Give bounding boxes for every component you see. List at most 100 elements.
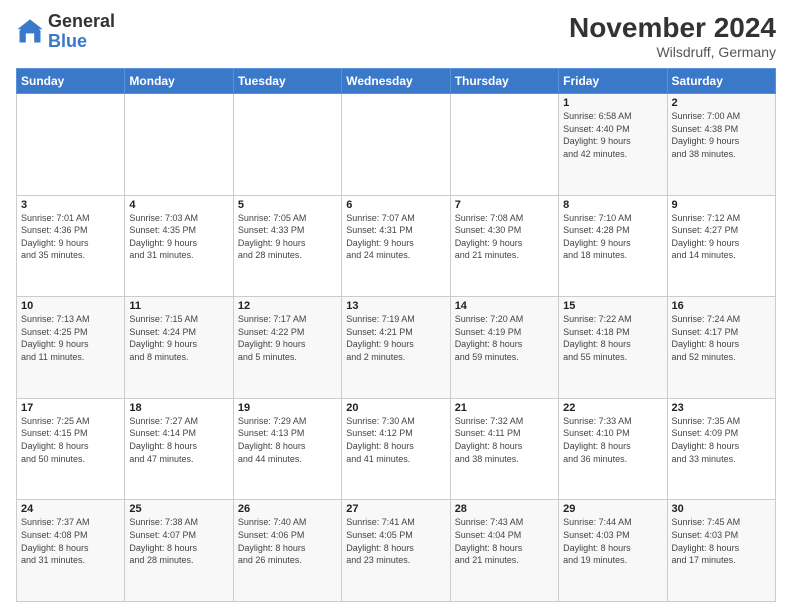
header-monday: Monday (125, 69, 233, 94)
logo: General Blue (16, 12, 115, 52)
day-number: 6 (346, 199, 445, 211)
day-info: Sunrise: 7:01 AM Sunset: 4:36 PM Dayligh… (21, 212, 120, 262)
day-info: Sunrise: 7:32 AM Sunset: 4:11 PM Dayligh… (455, 415, 554, 465)
cell-w1-d1 (125, 94, 233, 196)
day-number: 18 (129, 402, 228, 414)
cell-w2-d3: 6Sunrise: 7:07 AM Sunset: 4:31 PM Daylig… (342, 195, 450, 297)
cell-w3-d4: 14Sunrise: 7:20 AM Sunset: 4:19 PM Dayli… (450, 297, 558, 399)
header: General Blue November 2024 Wilsdruff, Ge… (16, 12, 776, 60)
cell-w3-d2: 12Sunrise: 7:17 AM Sunset: 4:22 PM Dayli… (233, 297, 341, 399)
day-number: 20 (346, 402, 445, 414)
cell-w4-d0: 17Sunrise: 7:25 AM Sunset: 4:15 PM Dayli… (17, 398, 125, 500)
cell-w1-d5: 1Sunrise: 6:58 AM Sunset: 4:40 PM Daylig… (559, 94, 667, 196)
calendar-header: Sunday Monday Tuesday Wednesday Thursday… (17, 69, 776, 94)
day-info: Sunrise: 7:20 AM Sunset: 4:19 PM Dayligh… (455, 313, 554, 363)
week-row-1: 1Sunrise: 6:58 AM Sunset: 4:40 PM Daylig… (17, 94, 776, 196)
cell-w2-d4: 7Sunrise: 7:08 AM Sunset: 4:30 PM Daylig… (450, 195, 558, 297)
logo-icon (16, 18, 44, 46)
day-number: 27 (346, 503, 445, 515)
day-number: 30 (672, 503, 771, 515)
header-wednesday: Wednesday (342, 69, 450, 94)
cell-w4-d1: 18Sunrise: 7:27 AM Sunset: 4:14 PM Dayli… (125, 398, 233, 500)
day-info: Sunrise: 7:30 AM Sunset: 4:12 PM Dayligh… (346, 415, 445, 465)
day-number: 10 (21, 300, 120, 312)
day-info: Sunrise: 7:35 AM Sunset: 4:09 PM Dayligh… (672, 415, 771, 465)
calendar-body: 1Sunrise: 6:58 AM Sunset: 4:40 PM Daylig… (17, 94, 776, 602)
day-number: 9 (672, 199, 771, 211)
page: General Blue November 2024 Wilsdruff, Ge… (0, 0, 792, 612)
day-info: Sunrise: 7:41 AM Sunset: 4:05 PM Dayligh… (346, 516, 445, 566)
cell-w5-d1: 25Sunrise: 7:38 AM Sunset: 4:07 PM Dayli… (125, 500, 233, 602)
cell-w3-d6: 16Sunrise: 7:24 AM Sunset: 4:17 PM Dayli… (667, 297, 775, 399)
cell-w4-d2: 19Sunrise: 7:29 AM Sunset: 4:13 PM Dayli… (233, 398, 341, 500)
calendar-table: Sunday Monday Tuesday Wednesday Thursday… (16, 68, 776, 602)
header-row: Sunday Monday Tuesday Wednesday Thursday… (17, 69, 776, 94)
day-number: 12 (238, 300, 337, 312)
cell-w3-d1: 11Sunrise: 7:15 AM Sunset: 4:24 PM Dayli… (125, 297, 233, 399)
title-block: November 2024 Wilsdruff, Germany (569, 12, 776, 60)
day-number: 11 (129, 300, 228, 312)
day-info: Sunrise: 7:12 AM Sunset: 4:27 PM Dayligh… (672, 212, 771, 262)
day-info: Sunrise: 6:58 AM Sunset: 4:40 PM Dayligh… (563, 110, 662, 160)
cell-w1-d6: 2Sunrise: 7:00 AM Sunset: 4:38 PM Daylig… (667, 94, 775, 196)
cell-w2-d5: 8Sunrise: 7:10 AM Sunset: 4:28 PM Daylig… (559, 195, 667, 297)
day-info: Sunrise: 7:25 AM Sunset: 4:15 PM Dayligh… (21, 415, 120, 465)
day-info: Sunrise: 7:27 AM Sunset: 4:14 PM Dayligh… (129, 415, 228, 465)
day-number: 25 (129, 503, 228, 515)
cell-w2-d6: 9Sunrise: 7:12 AM Sunset: 4:27 PM Daylig… (667, 195, 775, 297)
day-info: Sunrise: 7:10 AM Sunset: 4:28 PM Dayligh… (563, 212, 662, 262)
week-row-3: 10Sunrise: 7:13 AM Sunset: 4:25 PM Dayli… (17, 297, 776, 399)
cell-w3-d0: 10Sunrise: 7:13 AM Sunset: 4:25 PM Dayli… (17, 297, 125, 399)
cell-w4-d4: 21Sunrise: 7:32 AM Sunset: 4:11 PM Dayli… (450, 398, 558, 500)
day-info: Sunrise: 7:17 AM Sunset: 4:22 PM Dayligh… (238, 313, 337, 363)
cell-w5-d3: 27Sunrise: 7:41 AM Sunset: 4:05 PM Dayli… (342, 500, 450, 602)
header-friday: Friday (559, 69, 667, 94)
day-number: 15 (563, 300, 662, 312)
day-info: Sunrise: 7:19 AM Sunset: 4:21 PM Dayligh… (346, 313, 445, 363)
day-info: Sunrise: 7:05 AM Sunset: 4:33 PM Dayligh… (238, 212, 337, 262)
day-info: Sunrise: 7:07 AM Sunset: 4:31 PM Dayligh… (346, 212, 445, 262)
cell-w3-d3: 13Sunrise: 7:19 AM Sunset: 4:21 PM Dayli… (342, 297, 450, 399)
day-number: 8 (563, 199, 662, 211)
cell-w5-d5: 29Sunrise: 7:44 AM Sunset: 4:03 PM Dayli… (559, 500, 667, 602)
day-info: Sunrise: 7:43 AM Sunset: 4:04 PM Dayligh… (455, 516, 554, 566)
logo-text: General Blue (48, 12, 115, 52)
cell-w5-d2: 26Sunrise: 7:40 AM Sunset: 4:06 PM Dayli… (233, 500, 341, 602)
day-info: Sunrise: 7:00 AM Sunset: 4:38 PM Dayligh… (672, 110, 771, 160)
day-info: Sunrise: 7:40 AM Sunset: 4:06 PM Dayligh… (238, 516, 337, 566)
cell-w5-d0: 24Sunrise: 7:37 AM Sunset: 4:08 PM Dayli… (17, 500, 125, 602)
cell-w4-d5: 22Sunrise: 7:33 AM Sunset: 4:10 PM Dayli… (559, 398, 667, 500)
month-title: November 2024 (569, 12, 776, 44)
day-number: 4 (129, 199, 228, 211)
cell-w2-d1: 4Sunrise: 7:03 AM Sunset: 4:35 PM Daylig… (125, 195, 233, 297)
day-number: 23 (672, 402, 771, 414)
day-info: Sunrise: 7:38 AM Sunset: 4:07 PM Dayligh… (129, 516, 228, 566)
day-number: 19 (238, 402, 337, 414)
header-tuesday: Tuesday (233, 69, 341, 94)
day-number: 13 (346, 300, 445, 312)
cell-w4-d6: 23Sunrise: 7:35 AM Sunset: 4:09 PM Dayli… (667, 398, 775, 500)
day-number: 22 (563, 402, 662, 414)
day-info: Sunrise: 7:37 AM Sunset: 4:08 PM Dayligh… (21, 516, 120, 566)
day-number: 7 (455, 199, 554, 211)
cell-w4-d3: 20Sunrise: 7:30 AM Sunset: 4:12 PM Dayli… (342, 398, 450, 500)
day-number: 17 (21, 402, 120, 414)
day-info: Sunrise: 7:03 AM Sunset: 4:35 PM Dayligh… (129, 212, 228, 262)
week-row-2: 3Sunrise: 7:01 AM Sunset: 4:36 PM Daylig… (17, 195, 776, 297)
cell-w5-d6: 30Sunrise: 7:45 AM Sunset: 4:03 PM Dayli… (667, 500, 775, 602)
header-thursday: Thursday (450, 69, 558, 94)
day-number: 16 (672, 300, 771, 312)
header-sunday: Sunday (17, 69, 125, 94)
day-number: 24 (21, 503, 120, 515)
day-number: 21 (455, 402, 554, 414)
day-number: 5 (238, 199, 337, 211)
day-info: Sunrise: 7:22 AM Sunset: 4:18 PM Dayligh… (563, 313, 662, 363)
header-saturday: Saturday (667, 69, 775, 94)
day-info: Sunrise: 7:33 AM Sunset: 4:10 PM Dayligh… (563, 415, 662, 465)
day-number: 26 (238, 503, 337, 515)
cell-w1-d4 (450, 94, 558, 196)
day-number: 29 (563, 503, 662, 515)
day-info: Sunrise: 7:24 AM Sunset: 4:17 PM Dayligh… (672, 313, 771, 363)
day-info: Sunrise: 7:13 AM Sunset: 4:25 PM Dayligh… (21, 313, 120, 363)
day-info: Sunrise: 7:29 AM Sunset: 4:13 PM Dayligh… (238, 415, 337, 465)
